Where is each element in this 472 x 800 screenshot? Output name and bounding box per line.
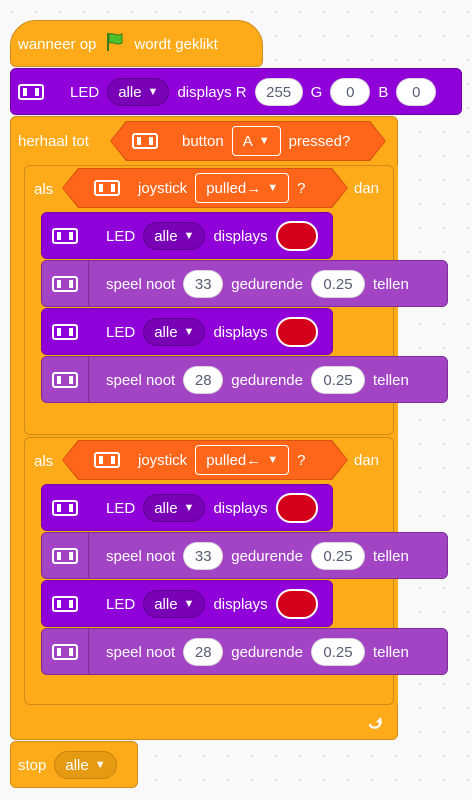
device-icon (18, 84, 44, 100)
led-target-dropdown[interactable]: alle ▼ (143, 590, 206, 618)
color-swatch[interactable] (275, 493, 318, 523)
for-label: gedurende (231, 643, 303, 661)
chevron-down-icon: ▼ (183, 502, 195, 514)
chevron-down-icon: ▼ (147, 86, 159, 98)
if-label: als (34, 180, 54, 198)
joystick-label: joystick (138, 179, 188, 197)
device-icon (52, 276, 78, 292)
note-input[interactable]: 28 (183, 638, 224, 666)
play-note-label: speel noot (106, 371, 176, 389)
device-icon (94, 452, 120, 468)
joystick-direction-dropdown[interactable]: pulled← ▼ (195, 445, 290, 475)
device-icon (52, 548, 78, 564)
script-stack: wanneer op wordt geklikt LED alle ▼ displ… (0, 0, 472, 800)
r-input[interactable]: 255 (254, 78, 303, 106)
led-label: LED (106, 323, 136, 341)
green-flag-icon (104, 31, 126, 57)
led-target-dropdown[interactable]: alle ▼ (143, 222, 206, 250)
displays-label: displays (213, 499, 268, 517)
b-label: B (378, 83, 389, 101)
question-mark: ? (297, 451, 306, 469)
beats-input[interactable]: 0.25 (310, 366, 365, 394)
led-target-dropdown[interactable]: alle ▼ (143, 318, 206, 346)
chevron-down-icon: ▼ (267, 454, 279, 466)
beats-input[interactable]: 0.25 (310, 270, 365, 298)
button-dropdown[interactable]: A ▼ (231, 126, 281, 156)
led-label: LED (106, 499, 136, 517)
then-label: dan (354, 451, 380, 469)
device-icon (52, 500, 78, 516)
device-icon (52, 644, 78, 660)
beats-unit: tellen (372, 643, 409, 661)
beats-unit: tellen (372, 275, 409, 293)
displays-label: displays (213, 227, 268, 245)
play-note-label: speel noot (106, 275, 176, 293)
device-icon (52, 372, 78, 388)
for-label: gedurende (231, 547, 303, 565)
note-input[interactable]: 33 (183, 270, 224, 298)
note-input[interactable]: 33 (183, 542, 224, 570)
then-label: dan (354, 179, 380, 197)
led-label: LED (106, 595, 136, 613)
for-label: gedurende (231, 275, 303, 293)
beats-input[interactable]: 0.25 (310, 638, 365, 666)
pressed-label: pressed? (288, 132, 351, 150)
led-label: LED (106, 227, 136, 245)
g-label: G (310, 83, 323, 101)
chevron-down-icon: ▼ (183, 326, 195, 338)
beats-unit: tellen (372, 547, 409, 565)
device-icon (94, 180, 120, 196)
displays-label: displays (213, 595, 268, 613)
led-target-dropdown[interactable]: alle ▼ (107, 78, 170, 106)
led-target-dropdown[interactable]: alle ▼ (143, 494, 206, 522)
displays-r-label: displays R (177, 83, 247, 101)
color-swatch[interactable] (275, 589, 318, 619)
event-suffix: wordt geklikt (134, 35, 218, 53)
event-prefix: wanneer op (18, 35, 97, 53)
led-label: LED (70, 83, 100, 101)
chevron-down-icon: ▼ (183, 598, 195, 610)
play-note-label: speel noot (106, 547, 176, 565)
chevron-down-icon: ▼ (183, 230, 195, 242)
joystick-label: joystick (138, 451, 188, 469)
device-icon (52, 324, 78, 340)
g-input[interactable]: 0 (330, 78, 371, 106)
chevron-down-icon: ▼ (267, 182, 279, 194)
button-label: button (182, 132, 224, 150)
if-label: als (34, 452, 54, 470)
color-swatch[interactable] (275, 221, 318, 251)
device-icon (52, 596, 78, 612)
loop-arrow-icon (366, 714, 384, 732)
stop-dropdown[interactable]: alle ▼ (54, 751, 117, 779)
chevron-down-icon: ▼ (94, 759, 106, 771)
color-swatch[interactable] (275, 317, 318, 347)
for-label: gedurende (231, 371, 303, 389)
stop-label: stop (18, 756, 47, 774)
note-input[interactable]: 28 (183, 366, 224, 394)
chevron-down-icon: ▼ (258, 135, 270, 147)
displays-label: displays (213, 323, 268, 341)
device-icon (52, 228, 78, 244)
joystick-direction-dropdown[interactable]: pulled→ ▼ (195, 173, 290, 203)
device-icon (132, 133, 158, 149)
question-mark: ? (297, 179, 306, 197)
beats-input[interactable]: 0.25 (310, 542, 365, 570)
repeat-label: herhaal tot (18, 132, 89, 150)
b-input[interactable]: 0 (396, 78, 437, 106)
beats-unit: tellen (372, 371, 409, 389)
play-note-label: speel noot (106, 643, 176, 661)
